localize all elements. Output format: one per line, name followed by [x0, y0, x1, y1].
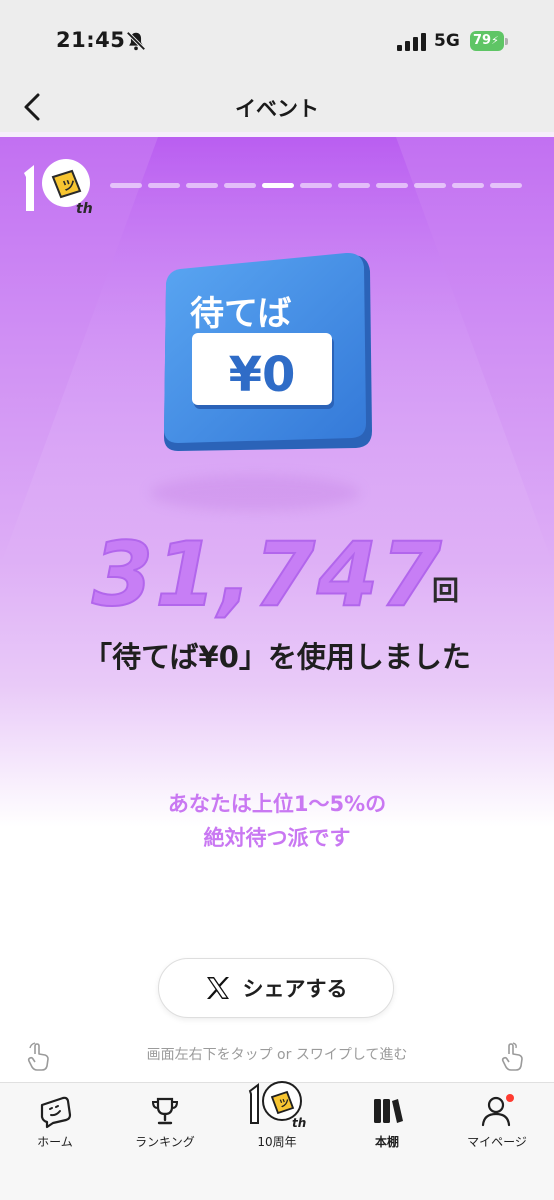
rank-line-2: 絶対待つ派です: [203, 826, 351, 850]
x-logo-icon: [206, 977, 229, 999]
home-mascot-icon: [40, 1096, 72, 1129]
svg-text:ツ: ツ: [279, 1098, 289, 1110]
tab-bar: ホーム ランキング ツ th 10周年 本棚 マイページ: [0, 1081, 554, 1200]
progress-segment: [110, 183, 142, 188]
rank-message: あなたは上位1〜5%の 絶対待つ派です: [0, 787, 554, 855]
progress-segment: [338, 183, 370, 188]
network-type: 5G: [434, 31, 460, 51]
page-title: イベント: [235, 97, 319, 121]
tenth-anniversary-logo: ツ th: [24, 159, 93, 217]
tab-10th-anniversary[interactable]: ツ th 10周年: [222, 1081, 332, 1163]
ticket-shadow: [150, 475, 360, 511]
usage-description: 「待てば¥0」を使用しました: [83, 640, 471, 674]
tenth-badge-text: th: [76, 201, 93, 217]
progress-segment: [300, 183, 332, 188]
tab-label: ランキング: [135, 1135, 195, 1149]
progress-segment: [262, 183, 294, 188]
share-label: シェアする: [242, 977, 348, 1001]
tap-hand-right-icon: [501, 1042, 523, 1071]
bell-off-icon: [126, 31, 146, 51]
progress-segment: [186, 183, 218, 188]
story-card[interactable]: ツ th 待てば ¥0 31,747 回 「待てば¥0」を使用しました あなたは…: [0, 137, 554, 1082]
battery-icon: 79⚡: [470, 31, 508, 51]
count-number: 31,747: [91, 523, 444, 626]
progress-segment: [452, 183, 484, 188]
count-unit: 回: [432, 576, 459, 607]
battery-level: 79: [473, 33, 492, 48]
svg-text:ツ: ツ: [62, 179, 75, 194]
tab-ranking[interactable]: ランキング: [110, 1083, 220, 1163]
nav-header: イベント: [0, 80, 554, 134]
tab-home[interactable]: ホーム: [0, 1083, 110, 1163]
tab-bookshelf[interactable]: 本棚: [332, 1083, 442, 1163]
progress-segment: [376, 183, 408, 188]
ticket-top-text: 待てば: [190, 294, 291, 334]
tab-mypage[interactable]: マイページ: [442, 1083, 552, 1163]
tab-label: ホーム: [37, 1135, 73, 1149]
progress-segment: [148, 183, 180, 188]
trophy-icon: [151, 1097, 179, 1125]
progress-segment: [490, 183, 522, 188]
tab-label: 10周年: [257, 1135, 297, 1149]
status-time: 21:45: [56, 28, 126, 52]
tab-label: マイページ: [467, 1135, 527, 1149]
signal-icon: [397, 33, 426, 51]
navigation-hint: 画面左右下をタップ or スワイプして進む: [146, 1047, 408, 1063]
progress-segment: [414, 183, 446, 188]
ticket-price-text: ¥0: [229, 347, 296, 403]
bookshelf-icon: [374, 1099, 403, 1123]
story-progress: [110, 183, 522, 189]
rank-line-1: あなたは上位1〜5%の: [167, 792, 387, 816]
tenth-anniversary-icon: ツ th: [248, 1081, 306, 1130]
usage-count: 31,747 回: [0, 523, 554, 626]
share-button[interactable]: シェアする: [158, 958, 394, 1018]
free-ticket-illustration: 待てば ¥0: [164, 252, 372, 451]
status-bar: 21:45 5G 79⚡: [0, 0, 554, 80]
svg-text:th: th: [292, 1116, 306, 1130]
progress-segment: [224, 183, 256, 188]
tab-label: 本棚: [374, 1135, 399, 1149]
notification-dot: [506, 1094, 514, 1102]
user-icon: [481, 1094, 514, 1127]
